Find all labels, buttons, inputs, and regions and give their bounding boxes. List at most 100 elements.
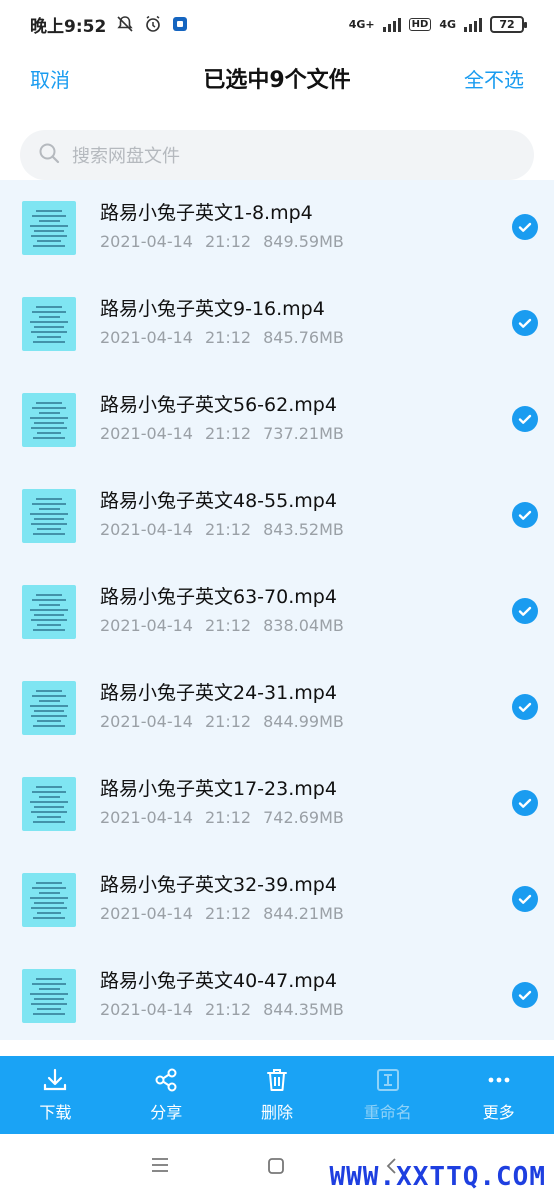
file-list: 路易小兔子英文1-8.mp4 2021-04-14 21:12 849.59MB 路易小… xyxy=(0,180,554,1040)
file-meta: 2021-04-14 21:12 844.99MB xyxy=(100,712,344,731)
rename-label: 重命名 xyxy=(363,1103,412,1122)
status-time: 晚上9:52 xyxy=(30,16,107,37)
deselect-all-button[interactable]: 全不选 xyxy=(464,64,524,93)
more-button[interactable]: 更多 xyxy=(443,1056,554,1134)
checkbox-checked-icon[interactable] xyxy=(512,502,538,528)
file-name: 路易小兔子英文1-8.mp4 xyxy=(100,202,313,224)
file-time: 21:12 xyxy=(204,712,252,731)
action-toolbar: 下载 分享 删除 重命名 更多 xyxy=(0,1056,554,1134)
file-size: 844.35MB xyxy=(263,1000,344,1019)
watermark-text: WWW.XXTTQ.COM xyxy=(329,1162,546,1192)
rename-icon xyxy=(376,1069,399,1091)
file-row[interactable]: 路易小兔子英文17-23.mp4 2021-04-14 21:12 742.69MB xyxy=(0,756,554,852)
file-date: 2021-04-14 xyxy=(100,328,193,347)
battery-level: 72 xyxy=(499,17,515,31)
status-bar: 晚上9:52 4G+ HD 4G 72 xyxy=(0,0,554,48)
file-meta: 2021-04-14 21:12 844.21MB xyxy=(100,904,344,923)
file-row[interactable]: 路易小兔子英文9-16.mp4 2021-04-14 21:12 845.76MB xyxy=(0,276,554,372)
file-name: 路易小兔子英文40-47.mp4 xyxy=(100,970,337,992)
checkbox-checked-icon[interactable] xyxy=(512,982,538,1008)
download-label: 下载 xyxy=(39,1103,72,1122)
file-date: 2021-04-14 xyxy=(100,616,193,635)
search-placeholder: 搜索网盘文件 xyxy=(72,146,180,167)
file-row[interactable]: 路易小兔子英文40-47.mp4 2021-04-14 21:12 844.35MB xyxy=(0,948,554,1044)
file-meta: 2021-04-14 21:12 737.21MB xyxy=(100,424,344,443)
video-thumbnail xyxy=(22,489,76,543)
file-date: 2021-04-14 xyxy=(100,520,193,539)
file-row[interactable]: 路易小兔子英文1-8.mp4 2021-04-14 21:12 849.59MB xyxy=(0,180,554,276)
checkbox-checked-icon[interactable] xyxy=(512,214,538,240)
checkbox-checked-icon[interactable] xyxy=(512,310,538,336)
checkbox-checked-icon[interactable] xyxy=(512,790,538,816)
file-time: 21:12 xyxy=(204,424,252,443)
file-row[interactable]: 路易小兔子英文32-39.mp4 2021-04-14 21:12 844.21MB xyxy=(0,852,554,948)
file-date: 2021-04-14 xyxy=(100,808,193,827)
file-meta: 2021-04-14 21:12 742.69MB xyxy=(100,808,344,827)
file-date: 2021-04-14 xyxy=(100,1000,193,1019)
file-meta: 2021-04-14 21:12 843.52MB xyxy=(100,520,344,539)
network-type-1: 4G+ xyxy=(348,17,375,31)
file-meta: 2021-04-14 21:12 845.76MB xyxy=(100,328,344,347)
signal-icon-2 xyxy=(464,16,482,32)
more-icon xyxy=(488,1077,509,1083)
search-input[interactable]: 搜索网盘文件 xyxy=(20,130,534,180)
file-meta: 2021-04-14 21:12 849.59MB xyxy=(100,232,344,251)
cancel-button[interactable]: 取消 xyxy=(30,64,70,93)
file-date: 2021-04-14 xyxy=(100,232,193,251)
download-button[interactable]: 下载 xyxy=(0,1056,111,1134)
file-time: 21:12 xyxy=(204,616,252,635)
home-nav-icon[interactable] xyxy=(266,1156,286,1180)
file-row[interactable]: 路易小兔子英文24-31.mp4 2021-04-14 21:12 844.99MB xyxy=(0,660,554,756)
file-date: 2021-04-14 xyxy=(100,712,193,731)
file-name: 路易小兔子英文56-62.mp4 xyxy=(100,394,337,416)
file-name: 路易小兔子英文32-39.mp4 xyxy=(100,874,337,896)
search-icon xyxy=(38,142,60,168)
menu-nav-icon[interactable] xyxy=(150,1156,170,1178)
video-thumbnail xyxy=(22,777,76,831)
trash-icon xyxy=(266,1069,287,1091)
file-name: 路易小兔子英文9-16.mp4 xyxy=(100,298,325,320)
video-thumbnail xyxy=(22,873,76,927)
delete-label: 删除 xyxy=(260,1103,293,1122)
checkbox-checked-icon[interactable] xyxy=(512,694,538,720)
more-label: 更多 xyxy=(482,1103,515,1122)
video-thumbnail xyxy=(22,393,76,447)
file-row[interactable]: 路易小兔子英文63-70.mp4 2021-04-14 21:12 838.04MB xyxy=(0,564,554,660)
network-type-2: 4G xyxy=(439,17,456,31)
file-time: 21:12 xyxy=(204,232,252,251)
file-date: 2021-04-14 xyxy=(100,904,193,923)
app-notification-icon xyxy=(172,16,188,32)
download-icon xyxy=(44,1068,67,1091)
file-name: 路易小兔子英文63-70.mp4 xyxy=(100,586,337,608)
rename-button[interactable]: 重命名 xyxy=(332,1056,443,1134)
file-size: 844.21MB xyxy=(263,904,344,923)
delete-button[interactable]: 删除 xyxy=(222,1056,333,1134)
file-row[interactable]: 路易小兔子英文48-55.mp4 2021-04-14 21:12 843.52MB xyxy=(0,468,554,564)
share-button[interactable]: 分享 xyxy=(111,1056,222,1134)
hd-badge: HD xyxy=(408,17,432,31)
selection-header: 取消 已选中9个文件 全不选 xyxy=(0,48,554,108)
video-thumbnail xyxy=(22,585,76,639)
file-time: 21:12 xyxy=(204,328,252,347)
file-time: 21:12 xyxy=(204,520,252,539)
checkbox-checked-icon[interactable] xyxy=(512,598,538,624)
file-name: 路易小兔子英文17-23.mp4 xyxy=(100,778,337,800)
file-meta: 2021-04-14 21:12 844.35MB xyxy=(100,1000,344,1019)
file-name: 路易小兔子英文48-55.mp4 xyxy=(100,490,337,512)
share-label: 分享 xyxy=(150,1103,183,1122)
battery-icon: 72 xyxy=(490,15,527,33)
share-icon xyxy=(155,1068,177,1092)
notifications-off-icon xyxy=(116,15,134,33)
checkbox-checked-icon[interactable] xyxy=(512,406,538,432)
file-time: 21:12 xyxy=(204,808,252,827)
checkbox-checked-icon[interactable] xyxy=(512,886,538,912)
file-date: 2021-04-14 xyxy=(100,424,193,443)
video-thumbnail xyxy=(22,681,76,735)
video-thumbnail xyxy=(22,969,76,1023)
file-row[interactable]: 路易小兔子英文56-62.mp4 2021-04-14 21:12 737.21MB xyxy=(0,372,554,468)
video-thumbnail xyxy=(22,297,76,351)
file-size: 737.21MB xyxy=(263,424,344,443)
file-time: 21:12 xyxy=(204,904,252,923)
file-size: 849.59MB xyxy=(263,232,344,251)
file-name: 路易小兔子英文24-31.mp4 xyxy=(100,682,337,704)
